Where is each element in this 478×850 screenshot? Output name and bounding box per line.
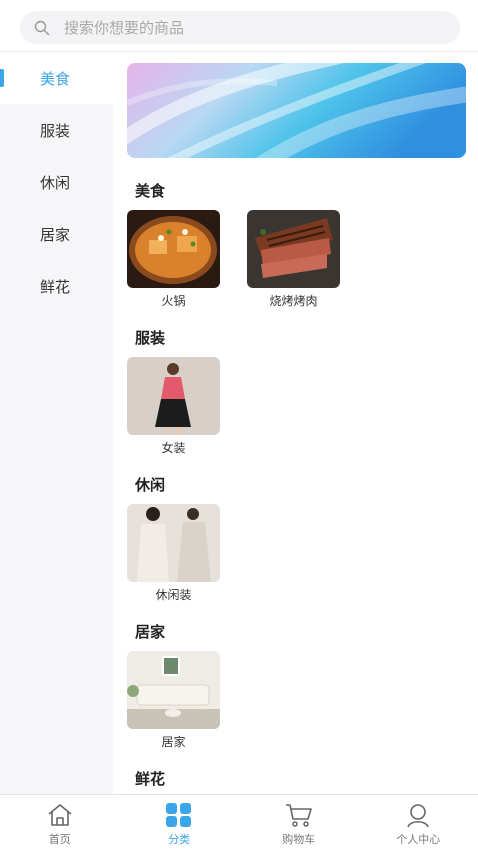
tab-home[interactable]: 首页 <box>0 795 120 850</box>
category-content: 美食 火锅 烧烤烤肉 服装 女装 休闲 休闲装 居家 居家 鲜花 <box>113 52 478 794</box>
sidebar-item-label: 美食 <box>40 69 71 88</box>
section-title-home: 居家 <box>135 623 166 641</box>
category-icon <box>166 803 192 827</box>
sidebar-item-label: 服装 <box>40 121 71 140</box>
product-casual-wear[interactable]: 休闲装 <box>127 504 221 603</box>
tab-label: 购物车 <box>282 833 316 846</box>
hotpot-image <box>127 210 220 288</box>
product-label: 火锅 <box>161 294 186 308</box>
tab-label: 个人中心 <box>396 833 441 846</box>
sidebar-item-label: 居家 <box>40 225 71 244</box>
product-home[interactable]: 居家 <box>127 651 221 750</box>
home-image <box>127 651 220 729</box>
promo-banner[interactable] <box>127 63 466 158</box>
sidebar-item-flowers[interactable]: 鲜花 <box>0 260 113 312</box>
tab-label: 分类 <box>168 833 191 846</box>
cart-icon <box>285 804 312 827</box>
section-title-leisure: 休闲 <box>135 476 166 494</box>
sidebar-item-label: 休闲 <box>40 173 71 192</box>
product-label: 休闲装 <box>155 588 192 602</box>
profile-icon <box>407 804 430 828</box>
category-sidebar: 美食 服装 休闲 居家 鲜花 <box>0 52 113 794</box>
womens-wear-image <box>127 357 220 435</box>
product-label: 女装 <box>161 441 186 455</box>
product-womens-wear[interactable]: 女装 <box>127 357 221 456</box>
home-icon <box>48 804 72 826</box>
casual-wear-image <box>127 504 220 582</box>
sidebar-item-home[interactable]: 居家 <box>0 208 113 260</box>
tab-category[interactable]: 分类 <box>120 795 240 850</box>
search-bar[interactable] <box>20 11 460 44</box>
bbq-image <box>247 210 340 288</box>
section-title-flowers: 鲜花 <box>135 770 166 788</box>
tab-profile[interactable]: 个人中心 <box>359 795 478 850</box>
sidebar-item-food[interactable]: 美食 <box>0 52 113 104</box>
product-label: 烧烤烤肉 <box>269 294 318 308</box>
product-label: 居家 <box>161 735 186 749</box>
product-hotpot[interactable]: 火锅 <box>127 210 221 309</box>
bottom-tab-bar: 首页 分类 购物车 个人中心 <box>0 794 478 850</box>
tab-cart[interactable]: 购物车 <box>239 795 359 850</box>
section-title-clothing: 服装 <box>135 329 166 347</box>
sidebar-item-clothing[interactable]: 服装 <box>0 104 113 156</box>
tab-label: 首页 <box>48 833 71 846</box>
search-icon <box>34 20 50 35</box>
search-input[interactable] <box>64 18 424 37</box>
search-header <box>0 0 478 52</box>
sidebar-item-leisure[interactable]: 休闲 <box>0 156 113 208</box>
product-bbq[interactable]: 烧烤烤肉 <box>247 210 341 309</box>
sidebar-item-label: 鲜花 <box>40 277 71 296</box>
section-title-food: 美食 <box>135 182 166 200</box>
